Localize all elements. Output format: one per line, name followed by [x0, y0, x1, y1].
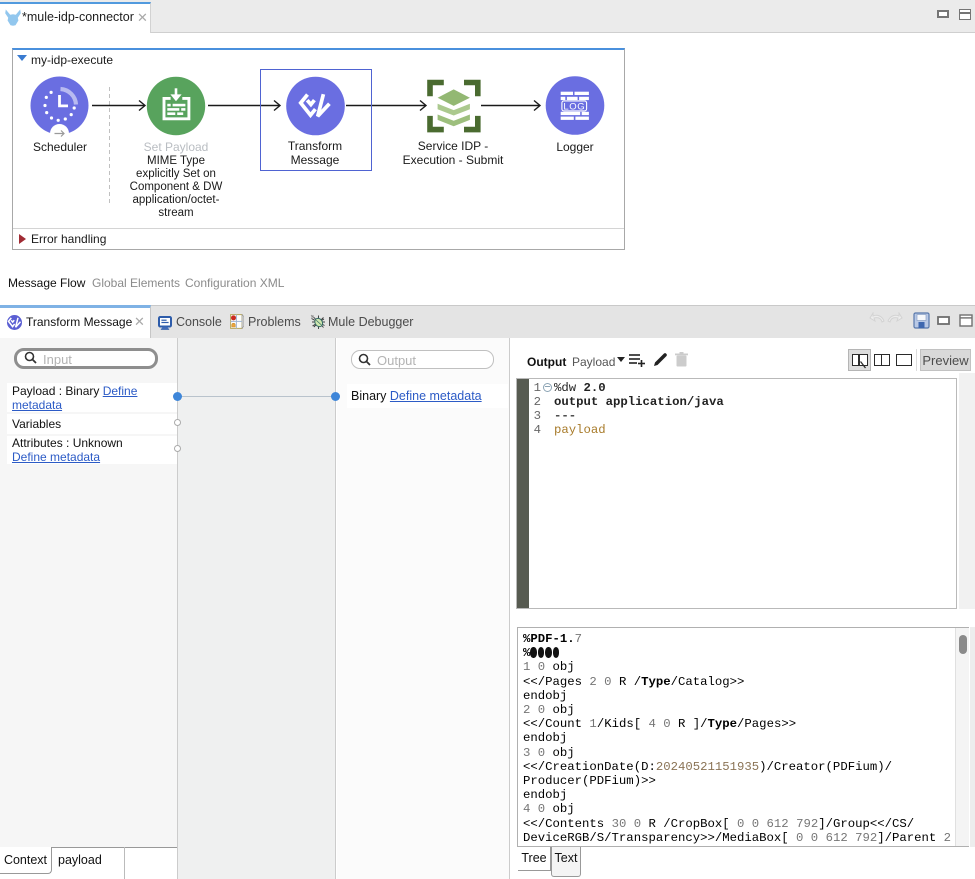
svg-text:LOG: LOG [563, 101, 585, 112]
